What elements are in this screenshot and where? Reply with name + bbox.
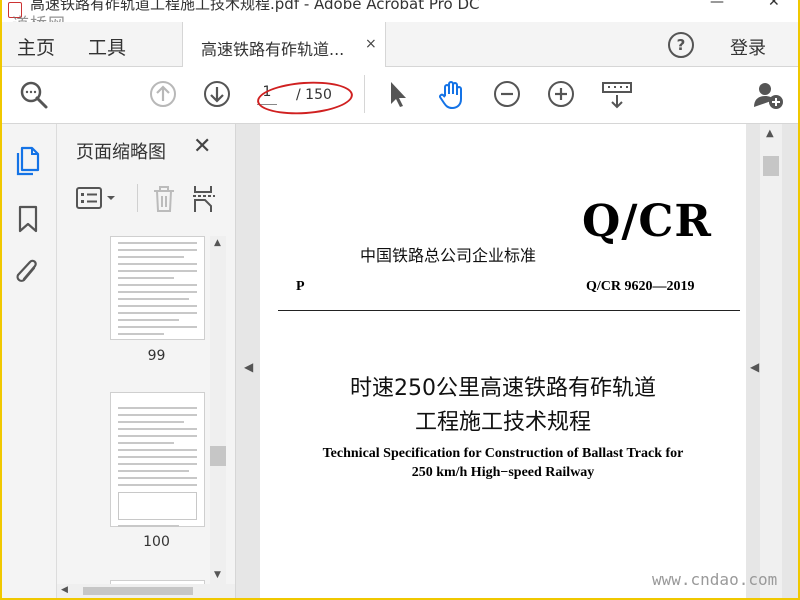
pdf-page: 中国铁路总公司企业标准 Q/CR P Q/CR 9620—2019 时速250公…: [260, 124, 746, 598]
close-panel-icon[interactable]: ✕: [193, 134, 211, 159]
minimize-icon[interactable]: —: [710, 0, 724, 10]
scroll-up-arrow-icon[interactable]: ▲: [766, 128, 774, 139]
thumbnail-page-number: 100: [143, 534, 170, 550]
classification-letter: P: [296, 279, 305, 294]
delete-page-icon[interactable]: [151, 184, 177, 214]
panel-toolbar: [57, 176, 235, 220]
toolbar-divider: [364, 75, 365, 113]
share-user-icon[interactable]: [752, 79, 786, 111]
hand-tool-icon[interactable]: [436, 79, 468, 111]
document-title-cn-line1: 时速250公里高速铁路有砟轨道: [350, 376, 656, 401]
standard-number: Q/CR 9620—2019: [586, 279, 695, 294]
window-title: 高速铁路有砟轨道工程施工技术规程.pdf - Adobe Acrobat Pro…: [30, 0, 480, 13]
previous-page-icon[interactable]: [148, 79, 178, 109]
tab-bar: 主页 工具 高速铁路有砟轨道... × ? 登录: [2, 22, 798, 67]
document-title-en-line2: 250 km/h High−speed Railway: [411, 465, 595, 480]
title-bar: 高速铁路有砟轨道工程施工技术规程.pdf - Adobe Acrobat Pro…: [2, 0, 798, 22]
thumbnail-scrollbar[interactable]: ▲ ▼: [210, 236, 226, 586]
page-thumbnails-icon[interactable]: [14, 144, 42, 176]
scroll-left-arrow-icon[interactable]: ◀: [61, 585, 68, 595]
select-pointer-icon[interactable]: [385, 79, 411, 109]
home-tab[interactable]: 主页: [17, 33, 55, 60]
scrollbar-thumb[interactable]: [83, 587, 193, 595]
thumbnail-page-number: 99: [147, 348, 166, 364]
expand-right-pane-arrow-icon[interactable]: ◀: [750, 360, 759, 374]
page-thumbnail[interactable]: [110, 392, 205, 527]
extract-page-icon[interactable]: [191, 184, 219, 214]
tools-tab[interactable]: 工具: [88, 33, 126, 60]
document-title-en-line1: Technical Specification for Construction…: [322, 446, 684, 461]
login-button[interactable]: 登录: [730, 34, 766, 60]
thumbnail-list: 99 100: [57, 236, 235, 598]
attachments-icon[interactable]: [14, 258, 42, 290]
left-icon-rail: [2, 124, 57, 598]
document-tab-label: 高速铁路有砟轨道...: [201, 40, 345, 59]
document-view: ◀ 中国铁路总公司企业标准 Q/CR P Q/CR 9620—2019 时速25…: [236, 124, 798, 598]
acrobat-window: 高速铁路有砟轨道工程施工技术规程.pdf - Adobe Acrobat Pro…: [2, 0, 798, 598]
collapse-panel-arrow-icon[interactable]: ◀: [244, 360, 253, 374]
watermark-bottom-right: www.cndao.com: [652, 570, 778, 589]
panel-title: 页面缩略图: [76, 142, 166, 163]
thumbnail-options-icon[interactable]: [75, 186, 121, 210]
thumbnail-horizontal-scrollbar[interactable]: ◀: [57, 584, 235, 598]
document-title-cn-line2: 工程施工技术规程: [414, 410, 591, 435]
page-thumbnail[interactable]: [110, 236, 205, 340]
next-page-icon[interactable]: [202, 79, 232, 109]
document-tab[interactable]: 高速铁路有砟轨道... ×: [182, 22, 386, 67]
standard-label: 中国铁路总公司企业标准: [360, 246, 537, 265]
search-zoom-icon[interactable]: [18, 79, 50, 111]
qcr-heading: Q/CR: [582, 196, 712, 247]
page-display-icon[interactable]: [600, 79, 634, 111]
scroll-down-arrow-icon[interactable]: ▼: [214, 570, 221, 580]
document-scrollbar[interactable]: ▲: [760, 124, 782, 598]
close-window-icon[interactable]: ✕: [768, 0, 780, 10]
help-icon[interactable]: ?: [668, 32, 694, 58]
scroll-up-arrow-icon[interactable]: ▲: [214, 238, 221, 248]
close-tab-icon[interactable]: ×: [365, 36, 377, 52]
scrollbar-thumb[interactable]: [210, 446, 226, 466]
header-rule: [278, 310, 740, 311]
page-thumbnails-panel: 页面缩略图 ✕ 99 100 ▲ ▼ ◀: [57, 124, 236, 598]
panel-tools-divider: [137, 184, 138, 212]
toolbar: 1 / 150: [2, 67, 798, 124]
scrollbar-thumb[interactable]: [763, 156, 779, 176]
bookmarks-icon[interactable]: [14, 204, 42, 234]
zoom-out-icon[interactable]: [492, 79, 522, 109]
zoom-in-icon[interactable]: [546, 79, 576, 109]
